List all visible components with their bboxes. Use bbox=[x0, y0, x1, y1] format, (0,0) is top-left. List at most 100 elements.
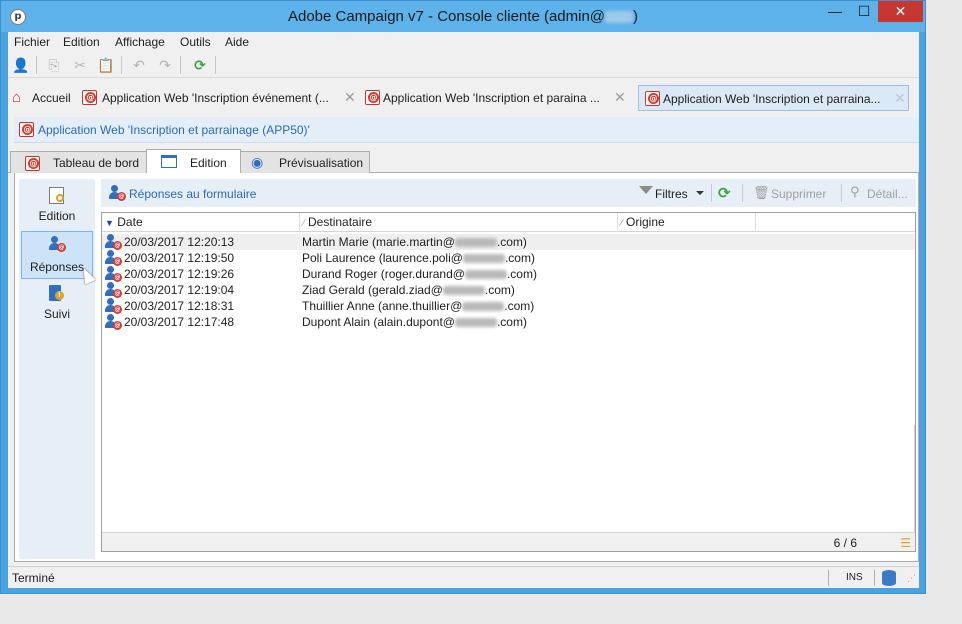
menu-edition[interactable]: Edition bbox=[63, 35, 100, 49]
delete-button[interactable]: Supprimer bbox=[771, 187, 826, 201]
edition-panel: Edition @ Réponses i Suivi @ Réponses au… bbox=[14, 173, 919, 562]
tab-label: Edition bbox=[190, 156, 227, 170]
magnifier-icon: ⚲ bbox=[850, 184, 860, 199]
campaign-web-app-icon bbox=[19, 122, 34, 137]
refresh-icon[interactable]: ⟳ bbox=[718, 184, 731, 202]
document-tabs: ⌂ Accueil Application Web 'Inscription é… bbox=[8, 82, 919, 112]
filter-icon bbox=[639, 186, 653, 194]
refresh-icon[interactable]: ⟳ bbox=[190, 55, 210, 75]
table-row[interactable]: @ 20/03/2017 12:18:31 Thuillier Anne (an… bbox=[102, 298, 915, 314]
redo-icon[interactable]: ↷ bbox=[155, 55, 175, 75]
table-row[interactable]: @ 20/03/2017 12:19:50 Poli Laurence (lau… bbox=[102, 250, 915, 266]
window-title-prefix: Adobe Campaign v7 - Console cliente (adm… bbox=[287, 8, 606, 25]
grid-scrollbar[interactable] bbox=[914, 425, 915, 533]
tab-label: Application Web 'Inscription et parraina… bbox=[663, 92, 881, 106]
title-bar[interactable]: p Adobe Campaign v7 - Console cliente (a… bbox=[1, 1, 925, 32]
tab-label: Application Web 'Inscription événement (… bbox=[102, 91, 329, 105]
row-recipient: Martin Marie (marie.martin@ .com) bbox=[302, 234, 527, 250]
nav-edition[interactable]: Edition bbox=[21, 181, 93, 229]
tab-inscription-evenement[interactable]: Application Web 'Inscription événement (… bbox=[80, 85, 360, 111]
new-user-icon[interactable]: 👤 bbox=[11, 55, 31, 75]
column-origine[interactable]: ⁄ Origine bbox=[618, 213, 756, 232]
row-date: 20/03/2017 12:18:31 bbox=[124, 299, 235, 313]
column-destinataire[interactable]: ⁄ Destinataire bbox=[300, 213, 618, 232]
recipient-suffix: .com) bbox=[496, 235, 527, 249]
recipient-suffix: .com) bbox=[504, 251, 535, 265]
menu-bar: Fichier Edition Affichage Outils Aide bbox=[8, 32, 919, 52]
filters-button[interactable]: Filtres bbox=[655, 187, 688, 201]
close-tab-icon[interactable]: ✕ bbox=[894, 90, 906, 107]
menu-aide[interactable]: Aide bbox=[225, 35, 249, 49]
responses-toolbar: @ Réponses au formulaire Filtres ⟳ 🗑 Sup… bbox=[101, 179, 916, 207]
nav-label: Edition bbox=[38, 209, 76, 223]
table-row[interactable]: @ 20/03/2017 12:19:04 Ziad Gerald (geral… bbox=[102, 282, 915, 298]
nav-suivi[interactable]: i Suivi bbox=[21, 279, 93, 327]
column-label: Destinataire bbox=[308, 215, 373, 229]
user-response-icon: @ bbox=[105, 298, 122, 314]
undo-icon[interactable]: ↶ bbox=[129, 55, 149, 75]
tab-accueil[interactable]: ⌂ Accueil bbox=[10, 85, 76, 111]
breadcrumb: Application Web 'Inscription et parraina… bbox=[14, 117, 919, 143]
user-response-icon: @ bbox=[49, 236, 66, 252]
user-response-icon: @ bbox=[105, 266, 122, 282]
toolbar-separator bbox=[215, 56, 216, 74]
close-tab-icon[interactable]: ✕ bbox=[344, 89, 356, 106]
tab-previsualisation[interactable]: ◉ Prévisualisation bbox=[240, 151, 370, 173]
recipient-text: Poli Laurence (laurence.poli@ bbox=[302, 251, 463, 265]
tab-inscription-paraina[interactable]: Application Web 'Inscription et paraina … bbox=[362, 85, 642, 111]
blurred-domain bbox=[464, 270, 507, 280]
recipient-suffix: .com) bbox=[504, 299, 535, 313]
blurred-domain bbox=[442, 286, 485, 296]
edit-window-icon bbox=[161, 155, 177, 168]
toolbar-separator bbox=[121, 56, 122, 74]
row-recipient: Thuillier Anne (anne.thuillier@ .com) bbox=[302, 298, 534, 314]
window-title-suffix: ) bbox=[633, 8, 639, 25]
row-recipient: Ziad Gerald (gerald.ziad@ .com) bbox=[302, 282, 515, 298]
chevron-down-icon[interactable] bbox=[696, 191, 704, 195]
close-window-button[interactable]: ✕ bbox=[878, 1, 923, 22]
blurred-domain bbox=[462, 254, 505, 264]
row-date: 20/03/2017 12:19:50 bbox=[124, 251, 235, 265]
row-date: 20/03/2017 12:17:48 bbox=[124, 315, 235, 329]
row-recipient: Durand Roger (roger.durand@ .com) bbox=[302, 266, 537, 282]
blurred-hostname bbox=[605, 11, 634, 24]
paste-icon[interactable]: 📋 bbox=[96, 55, 116, 75]
menu-outils[interactable]: Outils bbox=[180, 35, 211, 49]
tracking-icon: i bbox=[49, 285, 64, 301]
user-response-icon: @ bbox=[105, 250, 122, 266]
main-toolbar: 👤 ⎘ ✂ 📋 ↶ ↷ ⟳ bbox=[8, 52, 919, 78]
campaign-web-app-icon bbox=[82, 90, 97, 105]
column-label: Origine bbox=[626, 215, 665, 229]
close-tab-icon[interactable]: ✕ bbox=[614, 89, 626, 106]
table-row[interactable]: @ 20/03/2017 12:20:13 Martin Marie (mari… bbox=[102, 234, 915, 250]
recipient-text: Ziad Gerald (gerald.ziad@ bbox=[302, 283, 443, 297]
menu-affichage[interactable]: Affichage bbox=[115, 35, 165, 49]
tab-label: Prévisualisation bbox=[279, 156, 364, 170]
detail-button[interactable]: Détail... bbox=[867, 187, 908, 201]
user-response-icon: @ bbox=[105, 314, 122, 330]
column-menu-icon[interactable]: ☰ bbox=[900, 536, 911, 550]
cut-icon[interactable]: ✂ bbox=[70, 55, 90, 75]
row-date: 20/03/2017 12:19:26 bbox=[124, 267, 235, 281]
toolbar-separator bbox=[180, 56, 181, 74]
tab-edition[interactable]: Edition bbox=[146, 149, 241, 174]
menu-fichier[interactable]: Fichier bbox=[14, 35, 50, 49]
table-row[interactable]: @ 20/03/2017 12:17:48 Dupont Alain (alai… bbox=[102, 314, 915, 330]
maximize-button[interactable]: ☐ bbox=[850, 1, 878, 22]
blurred-domain bbox=[454, 238, 497, 248]
blurred-domain bbox=[454, 318, 497, 328]
recipient-suffix: .com) bbox=[484, 283, 515, 297]
resize-grip-icon[interactable]: ⋰ bbox=[907, 573, 916, 584]
blurred-domain bbox=[462, 302, 505, 312]
copy-icon[interactable]: ⎘ bbox=[44, 55, 64, 75]
tab-tableau-de-bord[interactable]: Tableau de bord bbox=[10, 151, 147, 173]
campaign-web-app-icon bbox=[645, 91, 660, 106]
tab-inscription-parrainage-active[interactable]: Application Web 'Inscription et parraina… bbox=[638, 85, 909, 111]
table-row[interactable]: @ 20/03/2017 12:19:26 Durand Roger (roge… bbox=[102, 266, 915, 282]
window-title: Adobe Campaign v7 - Console cliente (adm… bbox=[1, 8, 925, 25]
trash-icon: 🗑 bbox=[753, 185, 770, 200]
insert-mode-indicator: INS bbox=[846, 572, 863, 583]
column-label: Date bbox=[117, 215, 143, 229]
column-date[interactable]: ▼ Date bbox=[102, 213, 300, 232]
minimize-button[interactable]: — bbox=[821, 1, 849, 22]
